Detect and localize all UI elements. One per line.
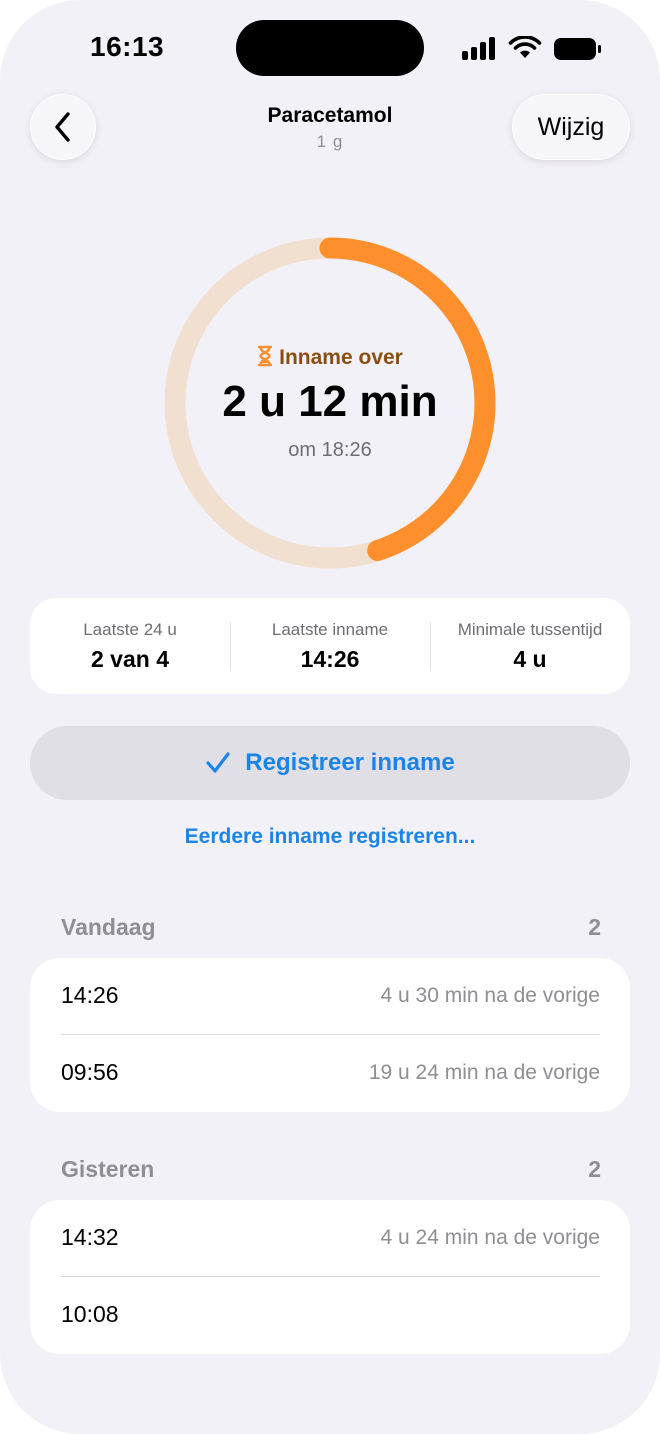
chevron-left-icon — [55, 112, 70, 142]
dynamic-island — [236, 20, 424, 76]
section-header-today: Vandaag 2 — [61, 914, 601, 941]
section-title: Vandaag — [61, 914, 156, 940]
section-title: Gisteren — [61, 1156, 155, 1182]
list-item[interactable]: 14:32 4 u 24 min na de vorige — [61, 1200, 600, 1277]
timer-label-row: Inname over — [164, 345, 496, 370]
intake-gap: 4 u 30 min na de vorige — [380, 984, 600, 1007]
phone-screen: 16:13 Paracetamol 1 g Wijzig Inname over… — [0, 0, 660, 1434]
register-earlier-link[interactable]: Eerdere inname registreren... — [0, 825, 660, 849]
intake-list-yesterday: 14:32 4 u 24 min na de vorige 10:08 — [30, 1200, 630, 1354]
stat-min-interval: Minimale tussentijd 4 u — [430, 598, 630, 694]
register-intake-button[interactable]: Registreer inname — [30, 726, 630, 800]
section-header-yesterday: Gisteren 2 — [61, 1156, 601, 1183]
section-count: 2 — [588, 1156, 601, 1182]
back-button[interactable] — [30, 94, 96, 160]
edit-button[interactable]: Wijzig — [512, 94, 630, 160]
timer-at: om 18:26 — [288, 439, 372, 461]
list-item[interactable]: 09:56 19 u 24 min na de vorige — [61, 1035, 600, 1112]
stat-last-24h: Laatste 24 u 2 van 4 — [30, 598, 230, 694]
intake-time: 09:56 — [61, 1059, 119, 1085]
stat-value: 14:26 — [300, 646, 360, 672]
checkmark-icon — [205, 751, 231, 775]
stats-card: Laatste 24 u 2 van 4 Laatste inname 14:2… — [30, 598, 630, 694]
battery-icon — [554, 38, 601, 60]
wifi-icon — [508, 36, 542, 58]
stat-value: 2 van 4 — [91, 646, 169, 672]
section-count: 2 — [588, 914, 601, 940]
intake-gap: 4 u 24 min na de vorige — [380, 1226, 600, 1249]
stat-label: Laatste inname — [271, 620, 389, 639]
ring-center: Inname over 2 u 12 min om 18:26 — [164, 237, 496, 569]
list-item[interactable]: 14:26 4 u 30 min na de vorige — [61, 958, 600, 1035]
status-time: 16:13 — [90, 31, 165, 62]
register-intake-label: Registreer inname — [245, 749, 455, 776]
intake-list-today: 14:26 4 u 30 min na de vorige 09:56 19 u… — [30, 958, 630, 1112]
stat-label: Laatste 24 u — [83, 620, 177, 639]
intake-time: 10:08 — [61, 1301, 119, 1327]
timer-label: Inname over — [279, 346, 403, 369]
stat-last-intake: Laatste inname 14:26 — [230, 598, 430, 694]
hourglass-icon — [257, 345, 273, 367]
signal-icon — [462, 36, 498, 60]
intake-time: 14:32 — [61, 1224, 119, 1250]
page-title: Paracetamol — [267, 104, 393, 127]
intake-gap: 19 u 24 min na de vorige — [368, 1061, 600, 1084]
dose-subtitle: 1 g — [316, 132, 344, 151]
intake-time: 14:26 — [61, 982, 119, 1008]
stat-value: 4 u — [513, 646, 547, 672]
stat-label: Minimale tussentijd — [457, 620, 603, 639]
timer-remaining: 2 u 12 min — [222, 377, 438, 426]
list-item[interactable]: 10:08 — [61, 1277, 600, 1354]
